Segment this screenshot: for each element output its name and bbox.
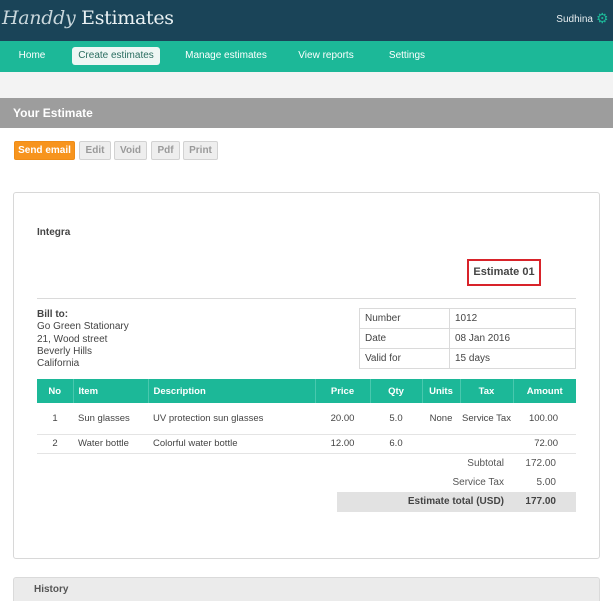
meta-key: Date [359, 328, 450, 349]
estimate-total-row: Estimate total (USD) 177.00 [337, 492, 576, 512]
cell-item: Water bottle [73, 434, 148, 454]
estimate-card: Integra Estimate 01 Bill to: Go Green St… [13, 192, 600, 559]
items-header-row: No Item Description Price Qty Units Tax … [37, 379, 576, 403]
cell-description: Colorful water bottle [148, 434, 315, 454]
meta-value: 08 Jan 2016 [449, 328, 576, 349]
history-title: History [34, 584, 69, 595]
cell-tax: Service Tax [460, 403, 513, 435]
cell-units: None [422, 403, 460, 435]
col-description: Description [148, 379, 316, 403]
nav-create-estimates[interactable]: Create estimates [72, 47, 160, 65]
cell-tax [460, 434, 513, 454]
top-bar: Handdy Estimates Sudhina ⚙ [0, 0, 613, 41]
nav-manage-estimates[interactable]: Manage estimates [183, 47, 269, 65]
col-item: Item [73, 379, 149, 403]
cell-qty: 6.0 [370, 434, 422, 454]
cell-price: 20.00 [315, 403, 370, 435]
cell-units [422, 434, 460, 454]
subtotal-row: Subtotal 172.00 [337, 454, 576, 473]
subtotal-value: 172.00 [525, 458, 556, 469]
pdf-button[interactable]: Pdf [151, 141, 180, 160]
meta-row: Valid for 15 days [359, 348, 576, 369]
nav-settings[interactable]: Settings [384, 47, 430, 65]
send-email-button[interactable]: Send email [14, 141, 75, 160]
logo-script: Handdy [2, 7, 76, 29]
estimate-title: Estimate 01 [467, 259, 541, 286]
meta-value: 15 days [449, 348, 576, 369]
cell-price: 12.00 [315, 434, 370, 454]
bill-to: Bill to: Go Green Stationary 21, Wood st… [37, 309, 129, 370]
meta-key: Number [359, 308, 450, 329]
gear-icon[interactable]: ⚙ [596, 11, 610, 25]
cell-amount: 100.00 [513, 403, 576, 435]
items-table: No Item Description Price Qty Units Tax … [37, 379, 576, 454]
table-row: 2 Water bottle Colorful water bottle 12.… [37, 434, 576, 454]
divider [37, 298, 576, 299]
estimate-meta-table: Number 1012 Date 08 Jan 2016 Valid for 15 d… [359, 308, 576, 369]
col-price: Price [315, 379, 371, 403]
user-name[interactable]: Sudhina [556, 14, 593, 25]
company-name: Integra [37, 227, 71, 238]
history-panel[interactable]: History [13, 577, 600, 601]
nav-home[interactable]: Home [14, 47, 50, 65]
service-tax-value: 5.00 [536, 477, 556, 488]
service-tax-row: Service Tax 5.00 [337, 473, 576, 492]
edit-button[interactable]: Edit [79, 141, 111, 160]
app-logo[interactable]: Handdy Estimates [2, 7, 174, 29]
col-tax: Tax [460, 379, 514, 403]
bill-to-label: Bill to: [37, 309, 69, 320]
estimate-total-label: Estimate total (USD) [407, 496, 504, 507]
logo-text: Estimates [75, 7, 174, 29]
meta-row: Date 08 Jan 2016 [359, 328, 576, 349]
print-button[interactable]: Print [183, 141, 218, 160]
cell-qty: 5.0 [370, 403, 422, 435]
service-tax-label: Service Tax [452, 477, 504, 488]
meta-key: Valid for [359, 348, 450, 369]
col-qty: Qty [370, 379, 423, 403]
estimate-total-value: 177.00 [525, 496, 556, 507]
col-amount: Amount [513, 379, 576, 403]
page-title: Your Estimate [13, 106, 93, 120]
col-units: Units [422, 379, 461, 403]
meta-row: Number 1012 [359, 308, 576, 329]
col-no: No [37, 379, 74, 403]
cell-no: 1 [37, 403, 73, 435]
cell-no: 2 [37, 434, 73, 454]
cell-description: UV protection sun glasses [148, 403, 315, 435]
bill-to-line: California [37, 358, 80, 370]
subtotal-label: Subtotal [467, 458, 504, 469]
cell-item: Sun glasses [73, 403, 148, 435]
section-header: Your Estimate [0, 98, 613, 128]
meta-value: 1012 [449, 308, 576, 329]
bill-to-line: 21, Wood street [37, 333, 108, 345]
nav-view-reports[interactable]: View reports [296, 47, 356, 65]
cell-amount: 72.00 [513, 434, 576, 454]
void-button[interactable]: Void [114, 141, 147, 160]
main-nav: Home Create estimates Manage estimates V… [0, 41, 613, 72]
table-row: 1 Sun glasses UV protection sun glasses … [37, 403, 576, 435]
bill-to-line: Beverly Hills [37, 345, 93, 357]
spacer [0, 72, 613, 98]
bill-to-line: Go Green Stationary [37, 321, 129, 333]
